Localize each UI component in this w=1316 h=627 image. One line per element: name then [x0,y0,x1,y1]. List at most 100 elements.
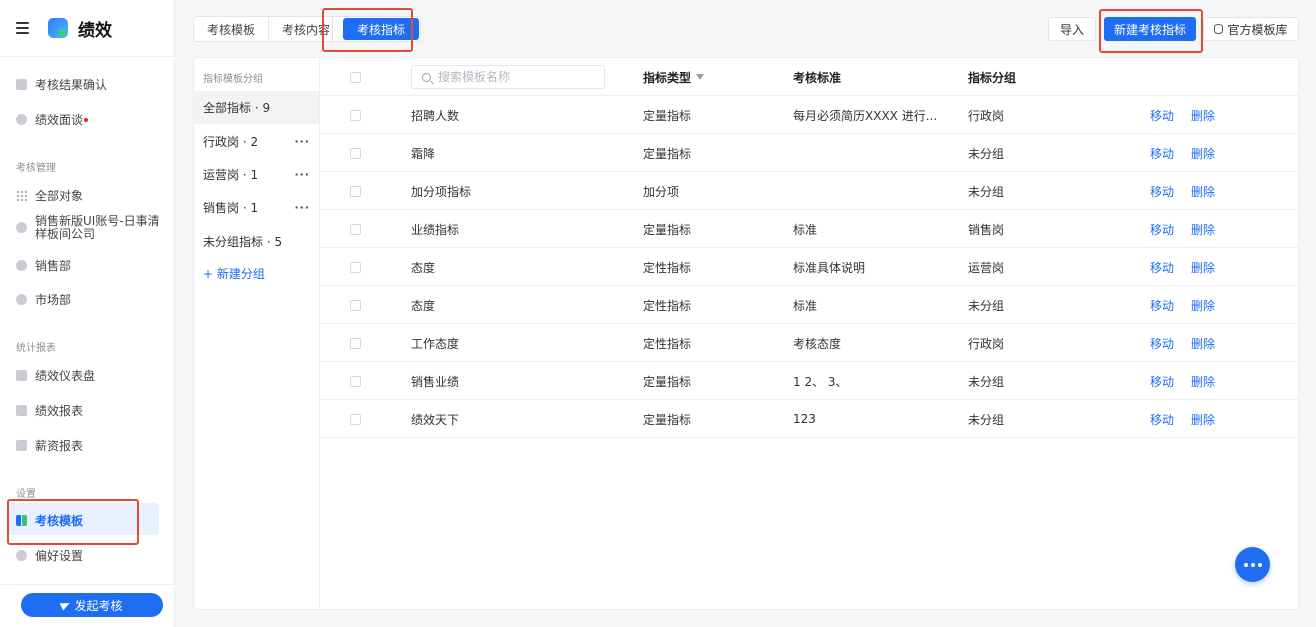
delete-link[interactable]: 删除 [1191,400,1215,438]
group-item-sales[interactable]: 销售岗 · 1 ··· [194,191,319,224]
table-row[interactable]: 霜降 定量指标 未分组 移动 删除 [320,134,1298,172]
table-row[interactable]: 绩效天下 定量指标 123 未分组 移动 删除 [320,400,1298,438]
menu-icon[interactable] [16,22,30,34]
group-item-ungrouped[interactable]: 未分组指标 · 5 [194,225,319,258]
indicator-group: 未分组 [968,184,1005,199]
delete-link[interactable]: 删除 [1191,362,1215,400]
new-indicator-button[interactable]: 新建考核指标 [1104,17,1196,41]
delete-link[interactable]: 删除 [1191,248,1215,286]
move-link[interactable]: 移动 [1150,324,1174,362]
row-select-cell [350,96,361,134]
sidebar-item-dashboard[interactable]: 绩效仪表盘 [16,367,166,384]
sidebar-item-label: 销售部 [35,259,72,273]
row-select-cell [350,400,361,438]
indicator-standard: 标准 [793,298,818,313]
delete-link[interactable]: 删除 [1191,172,1215,210]
indicator-name: 加分项指标 [411,184,472,199]
sidebar-item-all-objects[interactable]: 全部对象 [16,187,166,204]
move-link[interactable]: 移动 [1150,286,1174,324]
shield-icon [16,294,27,305]
launch-review-button[interactable]: 发起考核 [21,593,163,617]
indicator-group: 运营岗 [968,260,1005,275]
group-item-label: 运营岗 · 1 [203,168,259,182]
more-icon[interactable]: ··· [294,201,310,214]
tab-indicators[interactable]: 考核指标 [343,18,420,40]
group-item-all[interactable]: 全部指标 · 9 [194,91,319,124]
search-icon [422,72,431,82]
row-checkbox[interactable] [350,299,361,311]
group-item-label: 行政岗 · 2 [203,135,259,149]
table-row[interactable]: 销售业绩 定量指标 1 2、 3、 未分组 移动 删除 [320,362,1298,400]
app-header: 绩效 [16,14,112,42]
new-group-button[interactable]: + 新建分组 [203,265,265,282]
sidebar-item-salary-report[interactable]: 薪资报表 [16,437,166,454]
sidebar-item-interview[interactable]: 绩效面谈 [16,111,166,128]
move-link[interactable]: 移动 [1150,134,1174,172]
person-upload-icon [16,79,27,90]
indicator-name: 绩效天下 [411,412,460,427]
sidebar-item-report[interactable]: 绩效报表 [16,402,166,419]
sidebar-item-result-confirm[interactable]: 考核结果确认 [16,76,166,93]
delete-link[interactable]: 删除 [1191,286,1215,324]
sidebar-item-label: 薪资报表 [35,439,84,453]
row-select-cell [350,134,361,172]
sidebar-item-sales-dept[interactable]: 销售部 [16,257,166,274]
tab-templates[interactable]: 考核模板 [194,17,270,41]
indicator-group: 未分组 [968,374,1005,389]
row-checkbox[interactable] [350,185,361,197]
import-button[interactable]: 导入 [1048,17,1096,41]
move-link[interactable]: 移动 [1150,96,1174,134]
delete-link[interactable]: 删除 [1191,210,1215,248]
move-link[interactable]: 移动 [1150,172,1174,210]
sidebar-item-templates[interactable]: 考核模板 [16,512,166,529]
table-row[interactable]: 态度 定性指标 标准 未分组 移动 删除 [320,286,1298,324]
row-checkbox[interactable] [350,337,361,349]
search-input[interactable] [438,70,588,84]
move-link[interactable]: 移动 [1150,362,1174,400]
sidebar-item-label: 销售新版UI账号-日事清 样板间公司 [35,215,160,241]
group-item-admin[interactable]: 行政岗 · 2 ··· [194,125,319,158]
section-label-settings: 设置 [16,489,36,500]
sidebar-divider [0,56,175,57]
table-row[interactable]: 加分项指标 加分项 未分组 移动 删除 [320,172,1298,210]
move-link[interactable]: 移动 [1150,400,1174,438]
move-link[interactable]: 移动 [1150,248,1174,286]
sidebar-item-label: 偏好设置 [35,549,84,563]
sidebar-item-label: 市场部 [35,293,72,307]
group-list-header: 指标模板分组 [203,74,263,85]
row-checkbox[interactable] [350,109,361,121]
section-label-manage: 考核管理 [16,163,56,174]
row-select-cell [350,362,361,400]
sidebar-item-label: 绩效面谈 [35,113,84,127]
delete-link[interactable]: 删除 [1191,324,1215,362]
table-row[interactable]: 业绩指标 定量指标 标准 销售岗 移动 删除 [320,210,1298,248]
row-checkbox[interactable] [350,413,361,425]
row-checkbox[interactable] [350,223,361,235]
more-icon[interactable]: ··· [294,135,310,148]
more-icon[interactable]: ··· [294,168,310,181]
indicator-standard: 标准 [793,222,818,237]
sidebar-item-preferences[interactable]: 偏好设置 [16,547,166,564]
sidebar-item-sales-ui-account[interactable]: 销售新版UI账号-日事清 样板间公司 [16,215,166,241]
row-checkbox[interactable] [350,261,361,273]
group-item-operations[interactable]: 运营岗 · 1 ··· [194,158,319,191]
shield-icon [16,222,27,233]
sidebar-item-market-dept[interactable]: 市场部 [16,291,166,308]
official-library-label: 官方模板库 [1227,22,1288,37]
dot-icon [1243,562,1248,567]
table-row[interactable]: 招聘人数 定量指标 每月必须简历XXXX 进行... 行政岗 移动 删除 [320,96,1298,134]
tab-content[interactable]: 考核内容 [269,17,334,41]
row-checkbox[interactable] [350,147,361,159]
table-row[interactable]: 态度 定性指标 标准具体说明 运营岗 移动 删除 [320,248,1298,286]
select-all-checkbox[interactable] [350,71,361,83]
row-select-cell [350,324,361,362]
official-library-button[interactable]: 官方模板库 [1203,17,1299,41]
delete-link[interactable]: 删除 [1191,96,1215,134]
more-actions-button[interactable] [1235,547,1270,582]
delete-link[interactable]: 删除 [1191,134,1215,172]
table-row[interactable]: 工作态度 定性指标 考核态度 行政岗 移动 删除 [320,324,1298,362]
move-link[interactable]: 移动 [1150,210,1174,248]
sidebar-item-label-line1: 销售新版UI账号-日事清 [35,214,160,228]
filter-icon[interactable] [696,74,705,80]
row-checkbox[interactable] [350,375,361,387]
